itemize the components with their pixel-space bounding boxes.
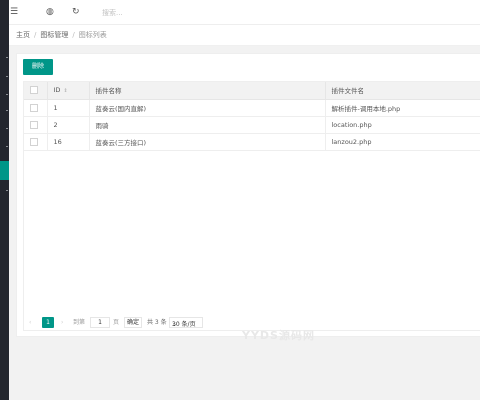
sidebar xyxy=(0,0,9,400)
cell-name: 蓝奏云(三方接口) xyxy=(89,133,326,151)
row-checkbox[interactable] xyxy=(30,120,38,129)
table-row[interactable]: 2 雨骑 location.php xyxy=(24,116,480,134)
table-header-row: ID ⇕ 插件名称 插件文件名 xyxy=(24,82,480,100)
refresh-icon[interactable]: ↻ xyxy=(72,6,80,18)
current-page-button[interactable]: 1 xyxy=(42,317,54,328)
row-checkbox[interactable] xyxy=(30,137,38,146)
sidebar-item-8[interactable] xyxy=(6,190,8,191)
column-header-id[interactable]: ID ⇕ xyxy=(47,82,90,100)
delete-button[interactable]: 删除 xyxy=(23,59,53,75)
select-all-cell xyxy=(24,82,48,100)
cell-id: 1 xyxy=(47,99,90,117)
theme-icon[interactable]: ◍ xyxy=(46,6,54,18)
breadcrumb: 主页 / 图标管理 / 图标列表 xyxy=(9,25,480,46)
top-header: ☰ ◍ ↻ 搜索... xyxy=(9,0,480,25)
watermark: YYDS源码网 xyxy=(242,329,315,342)
confirm-page-button[interactable]: 确定 xyxy=(124,317,142,328)
column-header-file: 插件文件名 xyxy=(325,82,480,100)
cell-name: 蓝奏云(国内直解) xyxy=(89,99,326,117)
column-header-name: 插件名称 xyxy=(89,82,326,100)
cell-file: lanzou2.php xyxy=(325,133,480,151)
table-row[interactable]: 16 蓝奏云(三方接口) lanzou2.php xyxy=(24,133,480,151)
sidebar-item-2[interactable] xyxy=(6,76,8,77)
sidebar-item-1[interactable] xyxy=(6,57,8,58)
total-count: 共 3 条 xyxy=(147,319,167,326)
page-number-input[interactable]: 1 xyxy=(90,317,110,328)
sidebar-item-3[interactable] xyxy=(6,94,8,95)
breadcrumb-separator: / xyxy=(34,31,37,39)
cell-name: 雨骑 xyxy=(89,116,326,134)
chevron-down-icon: ⌄ xyxy=(172,321,178,328)
plugin-table: ID ⇕ 插件名称 插件文件名 1 蓝奏云(国内直解) 解析插件-调用本地.php… xyxy=(23,81,480,331)
breadcrumb-home[interactable]: 主页 xyxy=(16,31,30,39)
sort-icon[interactable]: ⇕ xyxy=(63,88,67,94)
sidebar-item-6[interactable] xyxy=(6,146,8,147)
prev-page-button[interactable]: ‹ xyxy=(29,316,31,330)
next-page-button[interactable]: › xyxy=(61,316,63,330)
sidebar-item-active[interactable] xyxy=(0,161,9,180)
select-all-checkbox[interactable] xyxy=(30,86,38,95)
content-card: 删除 ID ⇕ 插件名称 插件文件名 1 蓝奏云(国内直解) 解析插件-调用本地… xyxy=(16,53,480,337)
breadcrumb-icon-manage[interactable]: 图标管理 xyxy=(40,31,68,39)
menu-icon[interactable]: ☰ xyxy=(10,6,18,18)
breadcrumb-icon-list: 图标列表 xyxy=(78,31,107,39)
row-checkbox[interactable] xyxy=(30,103,38,112)
page-label: 页 xyxy=(113,319,120,326)
cell-id: 2 xyxy=(47,116,90,134)
sidebar-item-5[interactable] xyxy=(6,128,8,129)
page-size-select[interactable]: 30 条/页 ⌄ xyxy=(169,317,203,328)
table-row[interactable]: 1 蓝奏云(国内直解) 解析插件-调用本地.php xyxy=(24,99,480,117)
goto-label: 到第 xyxy=(73,319,86,326)
sidebar-item-4[interactable] xyxy=(6,110,8,111)
cell-file: location.php xyxy=(325,116,480,134)
cell-id: 16 xyxy=(47,133,90,151)
breadcrumb-separator: / xyxy=(72,31,75,39)
cell-file: 解析插件-调用本地.php xyxy=(325,99,480,117)
search-input[interactable]: 搜索... xyxy=(102,8,123,18)
